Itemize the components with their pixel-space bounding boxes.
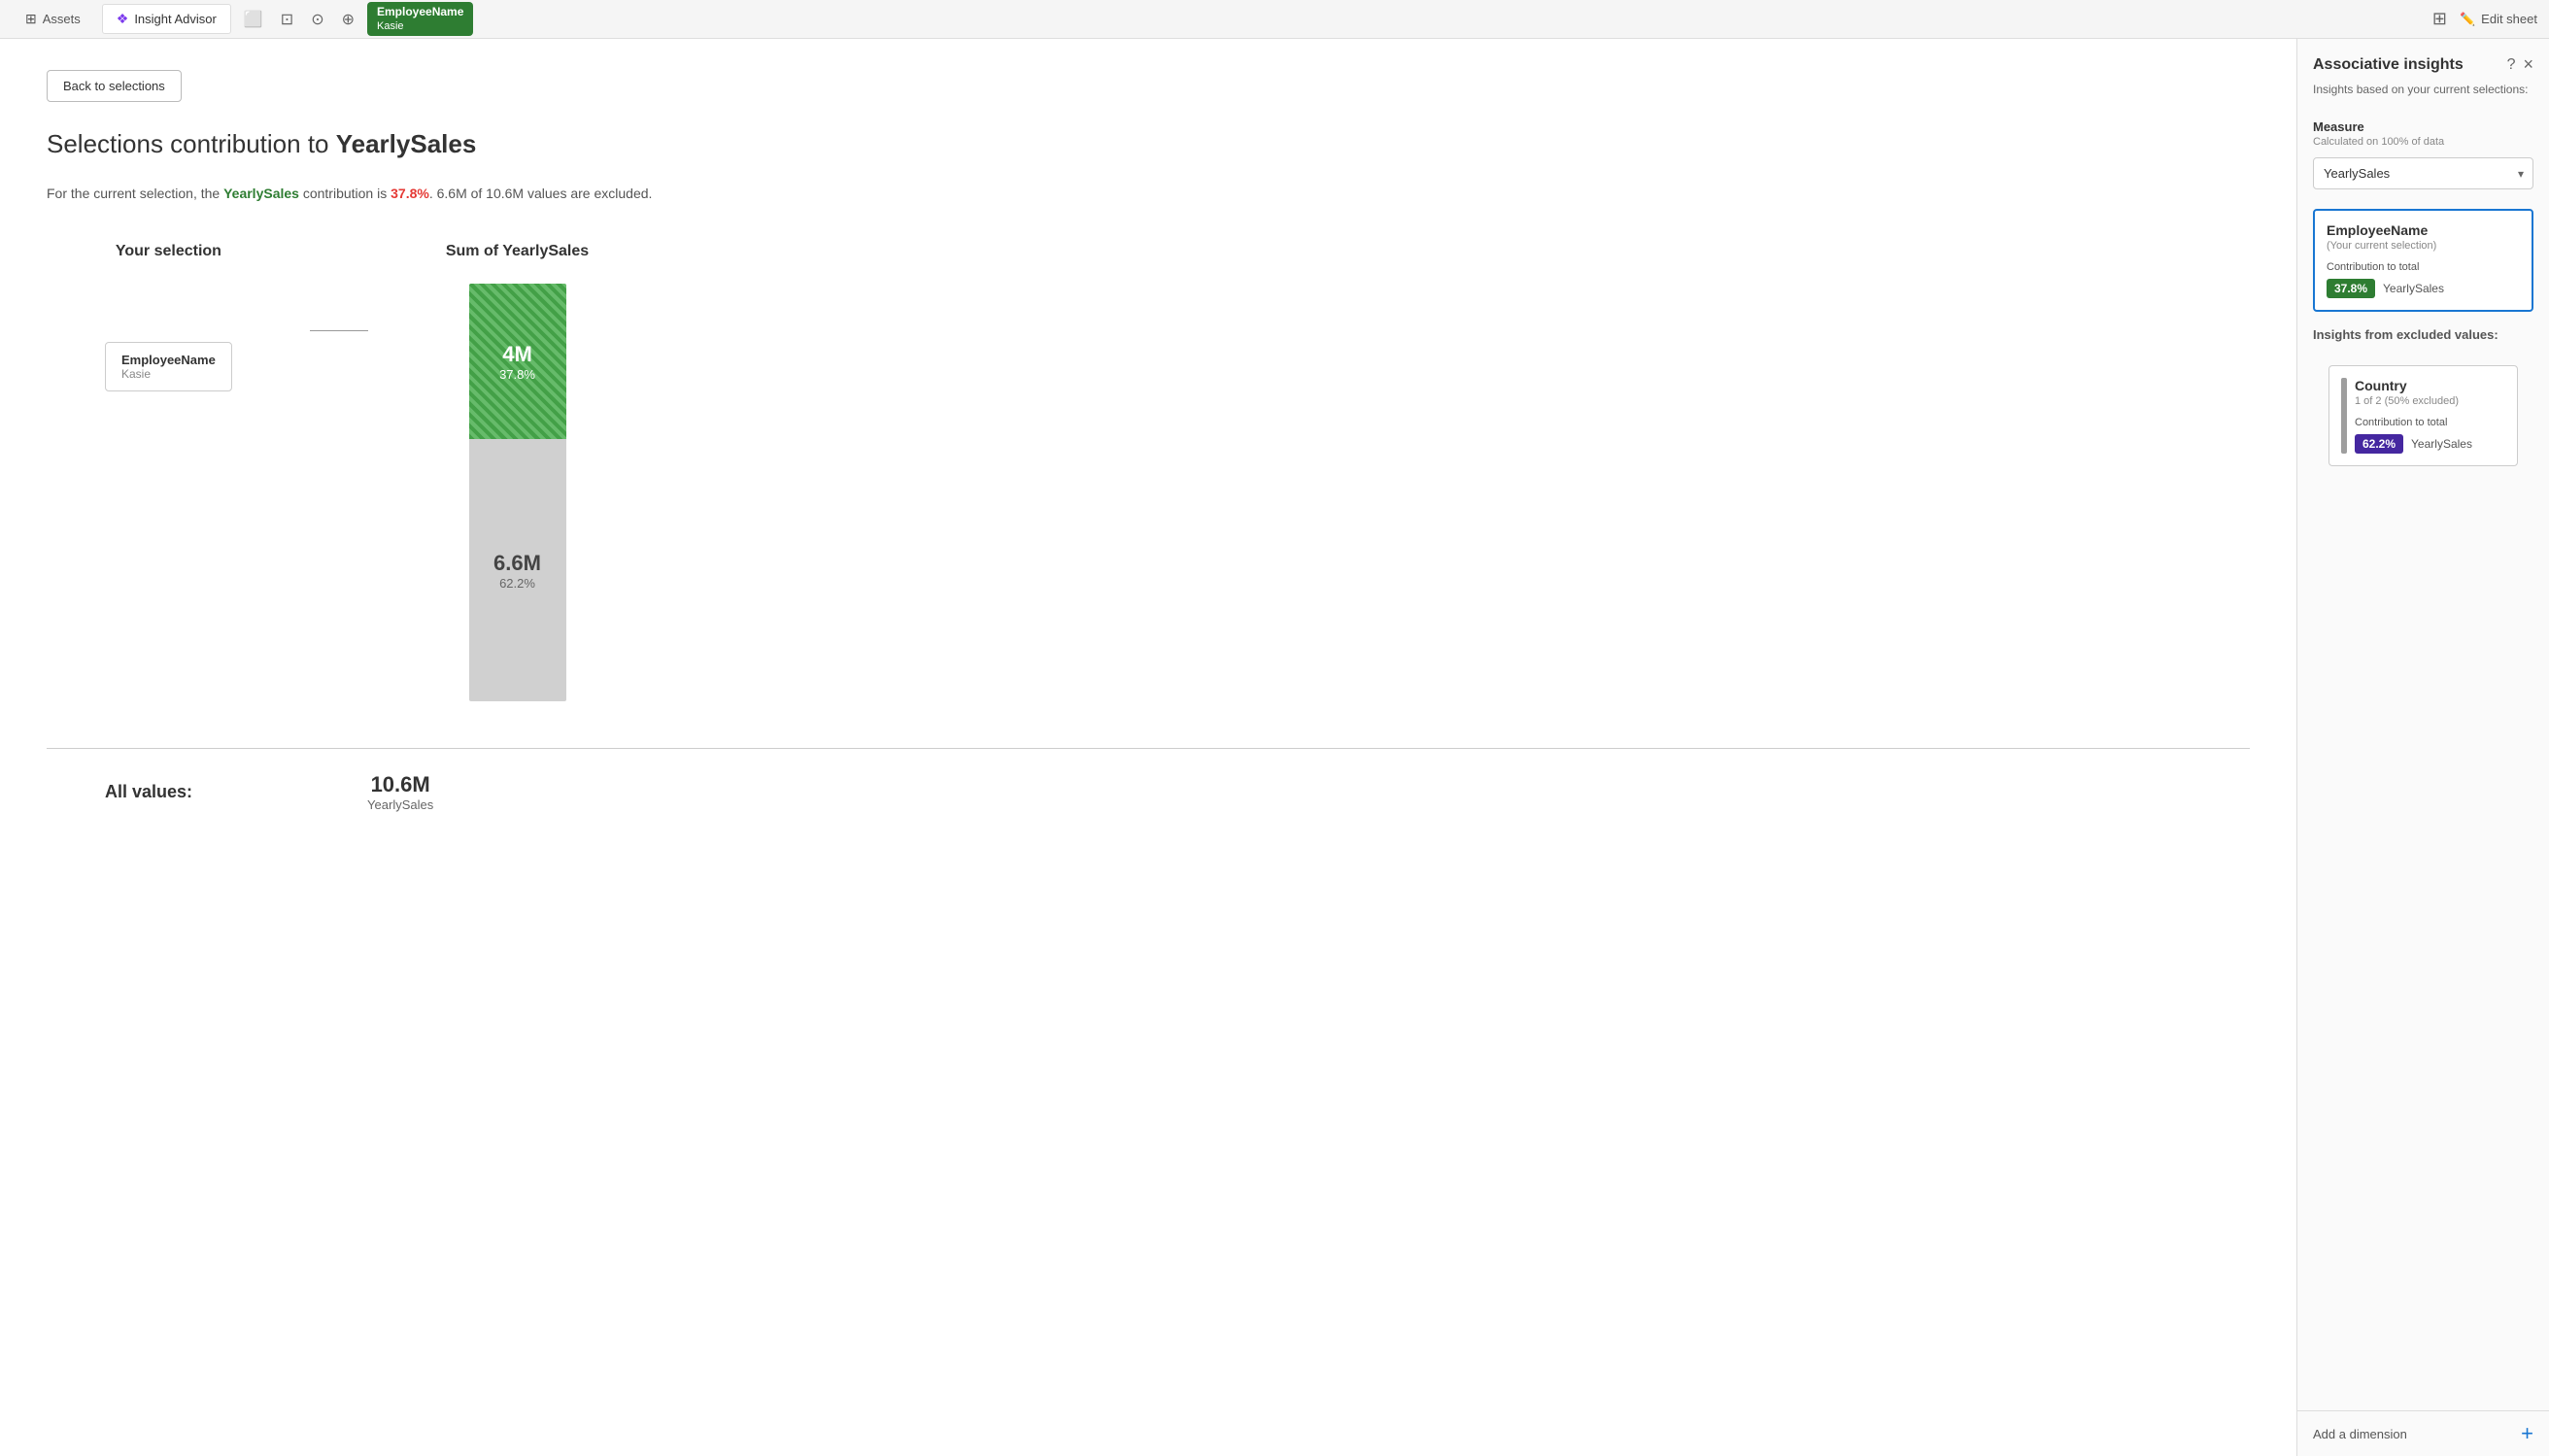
country-contrib-row: 62.2% YearlySales bbox=[2355, 434, 2505, 454]
assets-tab[interactable]: ⊞ Assets bbox=[12, 5, 94, 33]
page-title: Selections contribution to YearlySales bbox=[47, 129, 2250, 159]
bar-wrap: 4M 37.8% 6.6M 62.2% bbox=[469, 284, 566, 701]
topbar: ⊞ Assets ❖ Insight Advisor ⬜ ⊡ ⊙ ⊕ Emplo… bbox=[0, 0, 2549, 39]
excluded-card-wrapper: Country 1 of 2 (50% excluded) Contributi… bbox=[2297, 357, 2549, 474]
content-area: Back to selections Selections contributi… bbox=[0, 39, 2296, 1456]
selection-box-field: EmployeeName bbox=[121, 353, 216, 367]
country-contrib-badge: 62.2% bbox=[2355, 434, 2403, 454]
insight-advisor-tab[interactable]: ❖ Insight Advisor bbox=[102, 4, 231, 34]
panel-help-btn[interactable]: ? bbox=[2507, 56, 2516, 74]
select-region-btn[interactable]: ⬜ bbox=[239, 5, 268, 34]
all-values-data: 10.6M YearlySales bbox=[367, 772, 433, 812]
country-contrib-measure: YearlySales bbox=[2411, 437, 2472, 451]
country-card-subtitle: 1 of 2 (50% excluded) bbox=[2355, 395, 2505, 407]
bar-selected: 4M 37.8% bbox=[469, 284, 566, 439]
bar-excluded: 6.6M 62.2% bbox=[469, 439, 566, 701]
country-card[interactable]: Country 1 of 2 (50% excluded) Contributi… bbox=[2328, 365, 2518, 466]
edit-pencil-icon: ✏️ bbox=[2460, 12, 2475, 27]
desc-middle: contribution is bbox=[299, 186, 391, 201]
desc-suffix: . 6.6M of 10.6M values are excluded. bbox=[429, 186, 653, 201]
bar-bottom-pct: 62.2% bbox=[499, 576, 535, 591]
all-values-label: All values: bbox=[105, 782, 192, 802]
back-to-selections-btn[interactable]: Back to selections bbox=[47, 70, 182, 102]
selection-chip-field: EmployeeName bbox=[377, 5, 463, 20]
page-title-prefix: Selections contribution to bbox=[47, 129, 336, 158]
your-selection-column: Your selection EmployeeName Kasie bbox=[105, 243, 232, 391]
all-values-section: All values: 10.6M YearlySales bbox=[47, 748, 2250, 812]
current-card-subtitle: (Your current selection) bbox=[2327, 240, 2520, 252]
edit-sheet-label: Edit sheet bbox=[2481, 12, 2537, 26]
panel-close-btn[interactable]: × bbox=[2523, 54, 2533, 75]
all-values-measure: YearlySales bbox=[367, 797, 433, 812]
assets-tab-label: Assets bbox=[43, 12, 81, 26]
selection-chip[interactable]: EmployeeName Kasie bbox=[367, 2, 473, 37]
select-lasso-btn[interactable]: ⊡ bbox=[276, 5, 298, 34]
add-dim-label: Add a dimension bbox=[2313, 1427, 2407, 1441]
bar-bottom-value: 6.6M bbox=[493, 551, 541, 576]
select-target-btn[interactable]: ⊕ bbox=[337, 5, 359, 34]
country-card-content: Country 1 of 2 (50% excluded) Contributi… bbox=[2355, 378, 2505, 454]
connector bbox=[310, 330, 368, 331]
all-values-total: 10.6M bbox=[371, 772, 430, 797]
topbar-right: ⊞ ✏️ Edit sheet bbox=[2428, 4, 2537, 34]
bar-top-value: 4M bbox=[502, 342, 532, 367]
selection-box: EmployeeName Kasie bbox=[105, 342, 232, 391]
country-contribution-label: Contribution to total bbox=[2355, 417, 2505, 428]
panel-subtitle: Insights based on your current selection… bbox=[2297, 83, 2549, 108]
main-layout: Back to selections Selections contributi… bbox=[0, 39, 2549, 1456]
country-card-title: Country bbox=[2355, 378, 2505, 393]
measure-select[interactable]: YearlySales bbox=[2313, 157, 2533, 189]
sum-column: Sum of YearlySales 4M 37.8% 6.6M 62.2% bbox=[446, 243, 589, 701]
current-contrib-measure: YearlySales bbox=[2383, 282, 2444, 295]
current-contribution-label: Contribution to total bbox=[2327, 261, 2520, 273]
excluded-title: Insights from excluded values: bbox=[2313, 327, 2533, 342]
current-contrib-badge: 37.8% bbox=[2327, 279, 2375, 298]
description: For the current selection, the YearlySal… bbox=[47, 183, 2250, 204]
right-panel: Associative insights ? × Insights based … bbox=[2296, 39, 2549, 1456]
desc-measure: YearlySales bbox=[223, 186, 299, 201]
desc-prefix: For the current selection, the bbox=[47, 186, 223, 201]
measure-section: Measure Calculated on 100% of data Yearl… bbox=[2297, 108, 2549, 201]
measure-subtitle: Calculated on 100% of data bbox=[2313, 136, 2533, 148]
measure-select-wrapper: YearlySales ▾ bbox=[2313, 157, 2533, 189]
panel-title: Associative insights bbox=[2313, 56, 2464, 74]
current-selection-card[interactable]: EmployeeName (Your current selection) Co… bbox=[2313, 209, 2533, 312]
insight-tab-label: Insight Advisor bbox=[134, 12, 217, 26]
panel-footer: Add a dimension + bbox=[2297, 1410, 2549, 1456]
add-dimension-btn[interactable]: + bbox=[2521, 1423, 2533, 1444]
current-contrib-row: 37.8% YearlySales bbox=[2327, 279, 2520, 298]
card-with-bar: Country 1 of 2 (50% excluded) Contributi… bbox=[2341, 378, 2505, 454]
chart-area: Your selection EmployeeName Kasie Sum of… bbox=[47, 243, 2250, 701]
panel-header: Associative insights ? × bbox=[2297, 39, 2549, 83]
measure-title: Measure bbox=[2313, 119, 2533, 134]
select-more-btn[interactable]: ⊙ bbox=[306, 5, 328, 34]
assets-icon: ⊞ bbox=[25, 11, 37, 27]
current-card-title: EmployeeName bbox=[2327, 222, 2520, 238]
excluded-section: Insights from excluded values: bbox=[2297, 320, 2549, 357]
selection-box-value: Kasie bbox=[121, 367, 151, 381]
edit-sheet-btn[interactable]: ✏️ Edit sheet bbox=[2460, 12, 2537, 27]
page-title-measure: YearlySales bbox=[336, 129, 477, 158]
country-bar-indicator bbox=[2341, 378, 2347, 454]
sum-label: Sum of YearlySales bbox=[446, 243, 589, 260]
desc-pct: 37.8% bbox=[391, 186, 429, 201]
selection-chip-value: Kasie bbox=[377, 19, 404, 33]
connector-line bbox=[310, 330, 368, 331]
grid-view-btn[interactable]: ⊞ bbox=[2428, 4, 2452, 34]
your-selection-label: Your selection bbox=[116, 243, 221, 260]
insight-icon: ❖ bbox=[117, 11, 129, 27]
bar-top-pct: 37.8% bbox=[499, 367, 535, 382]
